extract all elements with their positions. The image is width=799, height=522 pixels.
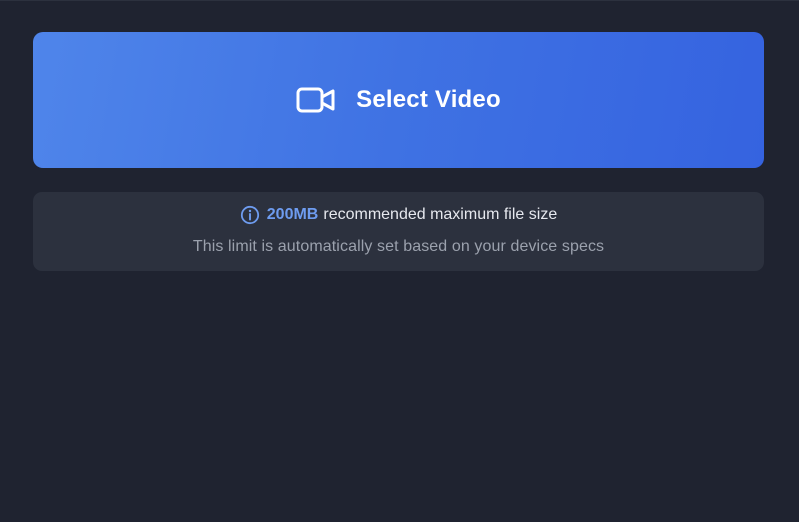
upload-page: Select Video 200MB recommended maximum f… — [0, 0, 799, 522]
select-video-label: Select Video — [356, 86, 501, 113]
max-file-size-value: 200MB — [266, 206, 319, 223]
limit-explanation-text: This limit is automatically set based on… — [192, 238, 605, 255]
file-size-info-card: 200MB recommended maximum file size This… — [33, 192, 764, 271]
info-icon — [240, 205, 260, 225]
file-size-recommendation: 200MB recommended maximum file size — [33, 204, 764, 226]
select-video-button[interactable]: Select Video — [33, 32, 764, 168]
max-file-size-text: recommended maximum file size — [323, 206, 558, 223]
video-camera-icon — [296, 86, 336, 114]
